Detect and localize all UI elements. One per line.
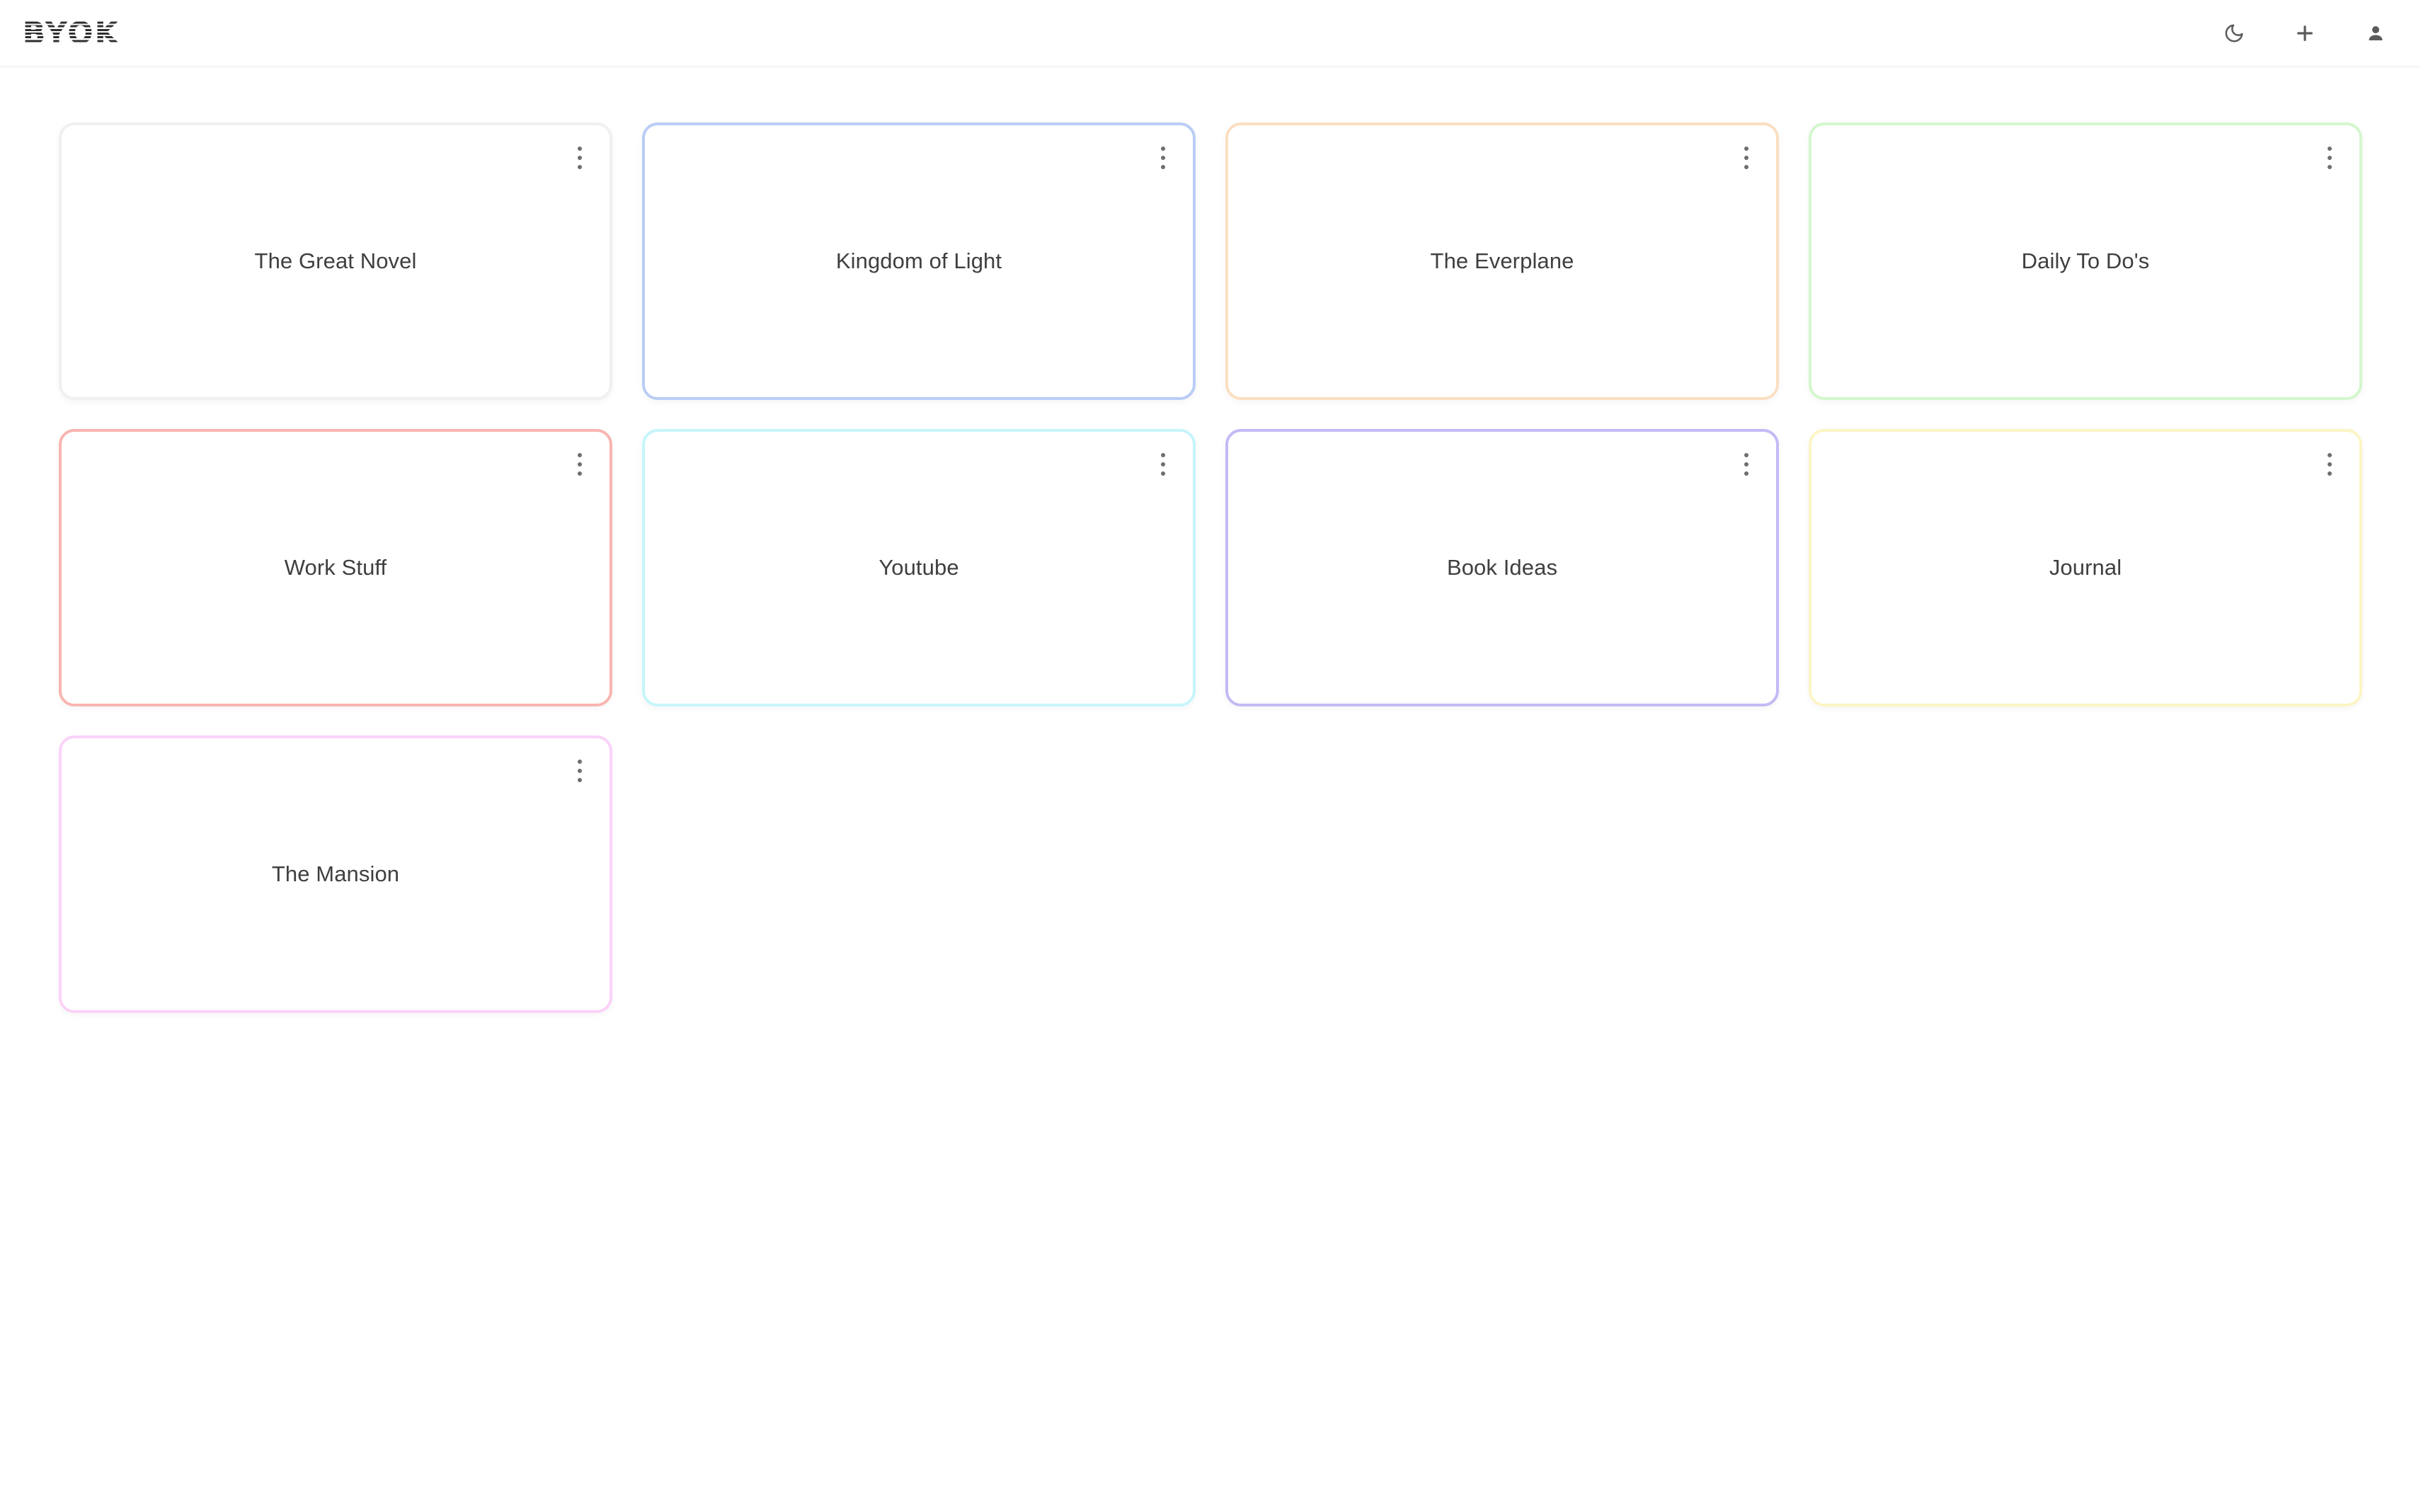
card-menu-button[interactable] (2316, 141, 2344, 175)
three-dot-vertical-icon-dot (1744, 453, 1748, 457)
notebook-title: The Mansion (271, 861, 400, 886)
three-dot-vertical-icon-dot (2328, 156, 2332, 160)
three-dot-vertical-icon-dot (2328, 453, 2332, 457)
notebook-grid: The Great Novel Kingdom of Light The Eve… (59, 122, 2362, 1013)
header-actions (2217, 16, 2397, 50)
three-dot-vertical-icon-dot (1744, 165, 1748, 169)
three-dot-vertical-icon-dot (2328, 147, 2332, 151)
three-dot-vertical-icon-dot (578, 760, 582, 764)
three-dot-vertical-icon-dot (1161, 471, 1165, 476)
three-dot-vertical-icon-dot (1161, 462, 1165, 466)
notebook-card[interactable]: Work Stuff (59, 429, 612, 706)
notebook-card[interactable]: Book Ideas (1225, 429, 1779, 706)
notebook-card[interactable]: The Mansion (59, 735, 612, 1013)
notebook-title: Youtube (878, 555, 959, 580)
card-menu-button[interactable] (566, 447, 594, 481)
card-menu-button[interactable] (566, 141, 594, 175)
moon-icon (2223, 23, 2245, 44)
notebook-title: Daily To Do's (2021, 248, 2150, 273)
three-dot-vertical-icon-dot (1744, 471, 1748, 476)
add-notebook-button[interactable] (2288, 16, 2322, 50)
card-menu-button[interactable] (1149, 447, 1177, 481)
three-dot-vertical-icon-dot (2328, 165, 2332, 169)
notebook-title: The Great Novel (254, 248, 417, 273)
notebook-title: Book Ideas (1446, 555, 1558, 580)
three-dot-vertical-icon-dot (1161, 453, 1165, 457)
three-dot-vertical-icon-dot (1744, 462, 1748, 466)
notebook-card[interactable]: Journal (1809, 429, 2362, 706)
three-dot-vertical-icon-dot (578, 156, 582, 160)
three-dot-vertical-icon-dot (578, 769, 582, 773)
card-menu-button[interactable] (2316, 447, 2344, 481)
three-dot-vertical-icon-dot (578, 778, 582, 782)
notebook-card[interactable]: Kingdom of Light (642, 122, 1196, 400)
notebook-card[interactable]: The Everplane (1225, 122, 1779, 400)
notebook-card[interactable]: Daily To Do's (1809, 122, 2362, 400)
dark-mode-toggle[interactable] (2217, 16, 2251, 50)
three-dot-vertical-icon-dot (2328, 462, 2332, 466)
three-dot-vertical-icon-dot (578, 453, 582, 457)
card-menu-button[interactable] (566, 754, 594, 788)
notebook-title: Kingdom of Light (835, 248, 1002, 273)
notebook-board: The Great Novel Kingdom of Light The Eve… (0, 67, 2421, 1013)
three-dot-vertical-icon-dot (1161, 147, 1165, 151)
plus-icon (2294, 22, 2316, 45)
card-menu-button[interactable] (1732, 447, 1761, 481)
brand[interactable]: BYOK (20, 0, 122, 67)
notebook-card[interactable]: Youtube (642, 429, 1196, 706)
three-dot-vertical-icon-dot (1744, 156, 1748, 160)
three-dot-vertical-icon-dot (1161, 156, 1165, 160)
notebook-card[interactable]: The Great Novel (59, 122, 612, 400)
card-menu-button[interactable] (1732, 141, 1761, 175)
three-dot-vertical-icon-dot (578, 147, 582, 151)
notebook-title: The Everplane (1430, 248, 1574, 273)
three-dot-vertical-icon-dot (1744, 147, 1748, 151)
app-logo: BYOK (20, 13, 122, 52)
three-dot-vertical-icon-dot (578, 462, 582, 466)
three-dot-vertical-icon-dot (578, 471, 582, 476)
notebook-title: Work Stuff (284, 555, 387, 580)
app-header: BYOK (0, 0, 2421, 67)
three-dot-vertical-icon-dot (2328, 471, 2332, 476)
notebook-title: Journal (2049, 555, 2122, 580)
person-icon (2365, 23, 2386, 44)
card-menu-button[interactable] (1149, 141, 1177, 175)
three-dot-vertical-icon-dot (1161, 165, 1165, 169)
three-dot-vertical-icon-dot (578, 165, 582, 169)
account-button[interactable] (2359, 16, 2393, 50)
